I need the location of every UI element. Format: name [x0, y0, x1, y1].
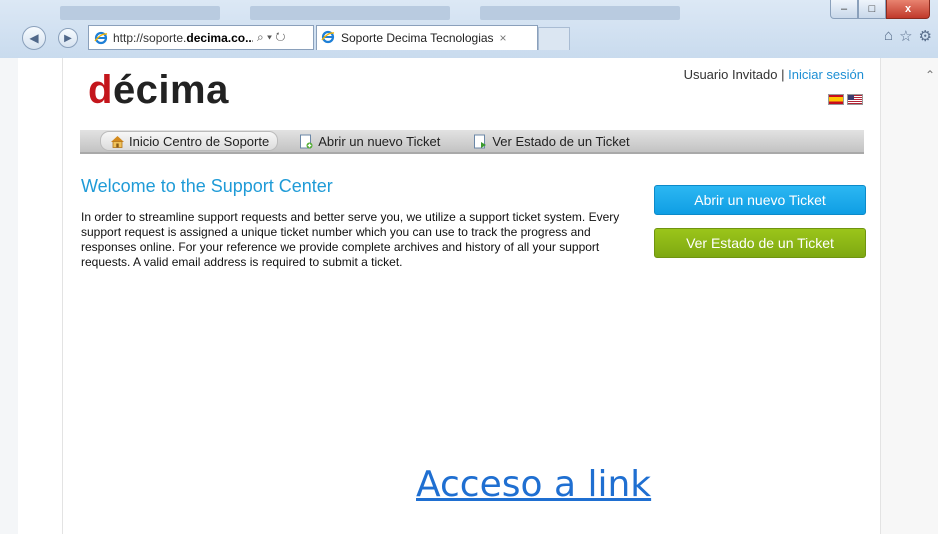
nav-new-ticket[interactable]: Abrir un nuevo Ticket: [298, 132, 440, 150]
url-prefix: http://soporte.: [113, 30, 187, 45]
nav-ticket-status[interactable]: Ver Estado de un Ticket: [472, 132, 630, 150]
page-viewport: ⌃ décima Usuario Invitado | Iniciar sesi…: [0, 58, 938, 534]
back-button[interactable]: ◀: [22, 26, 46, 50]
forward-button[interactable]: ▶: [58, 28, 78, 48]
background-tabs: [60, 2, 780, 24]
language-flags: [828, 94, 863, 105]
decima-logo[interactable]: décima: [88, 68, 229, 113]
browser-chrome: – □ x ◀ ▶ http://soporte.decima.co... ⌕ …: [0, 0, 938, 58]
minimize-button[interactable]: –: [830, 0, 858, 19]
address-controls[interactable]: ⌕ ▾ ↻: [257, 30, 286, 45]
background-tab[interactable]: [60, 6, 220, 20]
nav-home-label: Inicio Centro de Soporte: [129, 133, 270, 149]
tab-title: Soporte Decima Tecnologias: [341, 31, 494, 45]
intro-paragraph: In order to streamline support requests …: [81, 210, 620, 269]
nav-ticket-status-label: Ver Estado de un Ticket: [492, 133, 630, 149]
ticket-status-icon: [472, 134, 488, 148]
ie-logo-icon: [93, 30, 109, 46]
background-tab[interactable]: [480, 6, 680, 20]
login-link[interactable]: Iniciar sesión: [788, 67, 864, 82]
main-nav: Inicio Centro de Soporte Abrir un nuevo …: [80, 130, 864, 154]
address-bar[interactable]: http://soporte.decima.co... ⌕ ▾ ↻: [88, 25, 314, 50]
logo-text: écima: [112, 68, 229, 112]
gear-icon[interactable]: ⚙: [919, 27, 932, 45]
right-frame: [880, 58, 938, 534]
url-domain: decima.co...: [186, 30, 253, 45]
close-window-button[interactable]: x: [886, 0, 930, 19]
left-frame: [18, 58, 63, 534]
forward-arrow-icon: ▶: [64, 32, 72, 44]
background-tab[interactable]: [250, 6, 450, 20]
active-tab[interactable]: Soporte Decima Tecnologias ×: [316, 25, 538, 50]
scroll-up-icon[interactable]: ⌃: [925, 68, 935, 82]
star-icon[interactable]: ☆: [899, 27, 912, 45]
maximize-button[interactable]: □: [858, 0, 886, 19]
user-status: Usuario Invitado | Iniciar sesión: [684, 67, 864, 82]
check-status-button[interactable]: Ver Estado de un Ticket: [654, 228, 866, 258]
access-link[interactable]: Acceso a link: [416, 464, 651, 505]
new-ticket-icon: [298, 134, 314, 148]
back-arrow-icon: ◀: [29, 31, 39, 45]
page-title: Welcome to the Support Center: [81, 176, 333, 196]
open-ticket-button[interactable]: Abrir un nuevo Ticket: [654, 185, 866, 215]
guest-label: Usuario Invitado |: [683, 67, 785, 82]
nav-new-ticket-label: Abrir un nuevo Ticket: [318, 133, 441, 149]
left-gutter: [0, 58, 18, 534]
home-icon[interactable]: ⌂: [884, 27, 893, 45]
us-flag[interactable]: [847, 94, 863, 105]
es-flag[interactable]: [828, 94, 844, 105]
ie-logo-icon: [321, 30, 337, 46]
new-tab-button[interactable]: [538, 27, 570, 50]
address-url[interactable]: http://soporte.decima.co...: [113, 31, 253, 45]
nav-home[interactable]: Inicio Centro de Soporte: [100, 131, 279, 151]
home-icon: [109, 134, 125, 148]
browser-toolbar-icons: ⌂ ☆ ⚙: [884, 27, 932, 45]
tab-close-icon[interactable]: ×: [500, 31, 507, 45]
logo-letter-d: d: [88, 68, 113, 112]
window-controls: – □ x: [830, 0, 930, 20]
